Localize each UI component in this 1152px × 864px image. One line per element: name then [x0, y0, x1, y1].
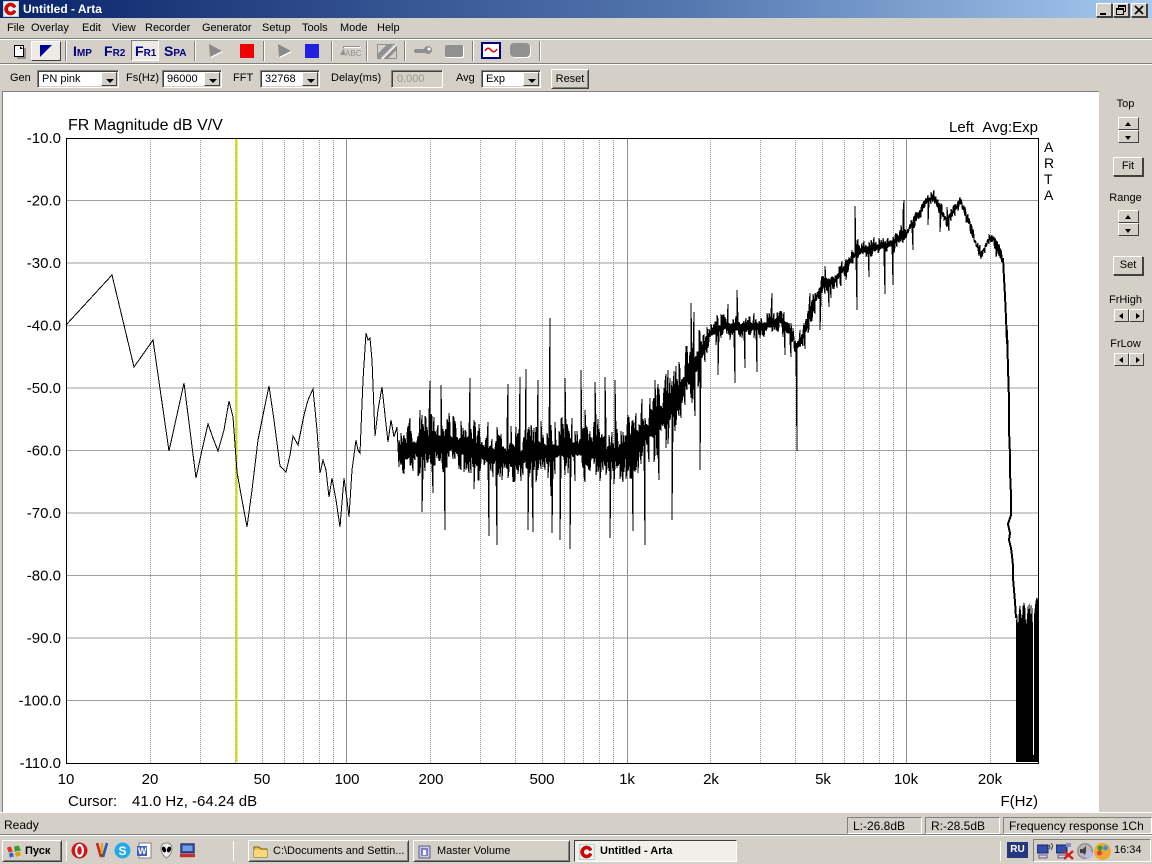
svg-text:-110.0: -110.0 [20, 755, 61, 772]
svg-text:-100.0: -100.0 [18, 693, 61, 710]
svg-text:1k: 1k [619, 771, 635, 788]
svg-text:10k: 10k [894, 771, 919, 788]
svg-text:A: A [1044, 139, 1054, 155]
svg-text:2k: 2k [703, 771, 719, 788]
svg-text:-60.0: -60.0 [27, 443, 61, 460]
svg-text:-80.0: -80.0 [27, 568, 61, 585]
svg-text:10: 10 [58, 771, 75, 788]
svg-text:FR Magnitude dB V/V: FR Magnitude dB V/V [68, 117, 223, 134]
svg-text:T: T [1044, 171, 1053, 187]
svg-text:200: 200 [418, 771, 443, 788]
svg-text:A: A [1044, 187, 1054, 203]
svg-text:-70.0: -70.0 [27, 505, 61, 522]
svg-text:-20.0: -20.0 [27, 193, 61, 210]
svg-text:20k: 20k [978, 771, 1003, 788]
svg-text:-50.0: -50.0 [27, 380, 61, 397]
svg-text:50: 50 [254, 771, 271, 788]
svg-text:20: 20 [142, 771, 159, 788]
svg-text:W: W [138, 846, 147, 856]
svg-text:R: R [1044, 155, 1054, 171]
svg-text:41.0 Hz, -64.24 dB: 41.0 Hz, -64.24 dB [132, 793, 257, 810]
svg-text:500: 500 [529, 771, 554, 788]
svg-text:Left Avg:Exp: Left Avg:Exp [949, 119, 1038, 136]
svg-text:100: 100 [334, 771, 359, 788]
svg-text:-10.0: -10.0 [27, 130, 61, 147]
svg-text:-40.0: -40.0 [27, 318, 61, 335]
svg-text:-90.0: -90.0 [27, 630, 61, 647]
svg-text:F(Hz): F(Hz) [1001, 793, 1039, 810]
svg-text:S: S [119, 844, 127, 858]
svg-text:ABC: ABC [345, 49, 361, 58]
svg-text:Cursor:: Cursor: [68, 793, 117, 810]
svg-text:5k: 5k [815, 771, 831, 788]
svg-text:-30.0: -30.0 [27, 255, 61, 272]
